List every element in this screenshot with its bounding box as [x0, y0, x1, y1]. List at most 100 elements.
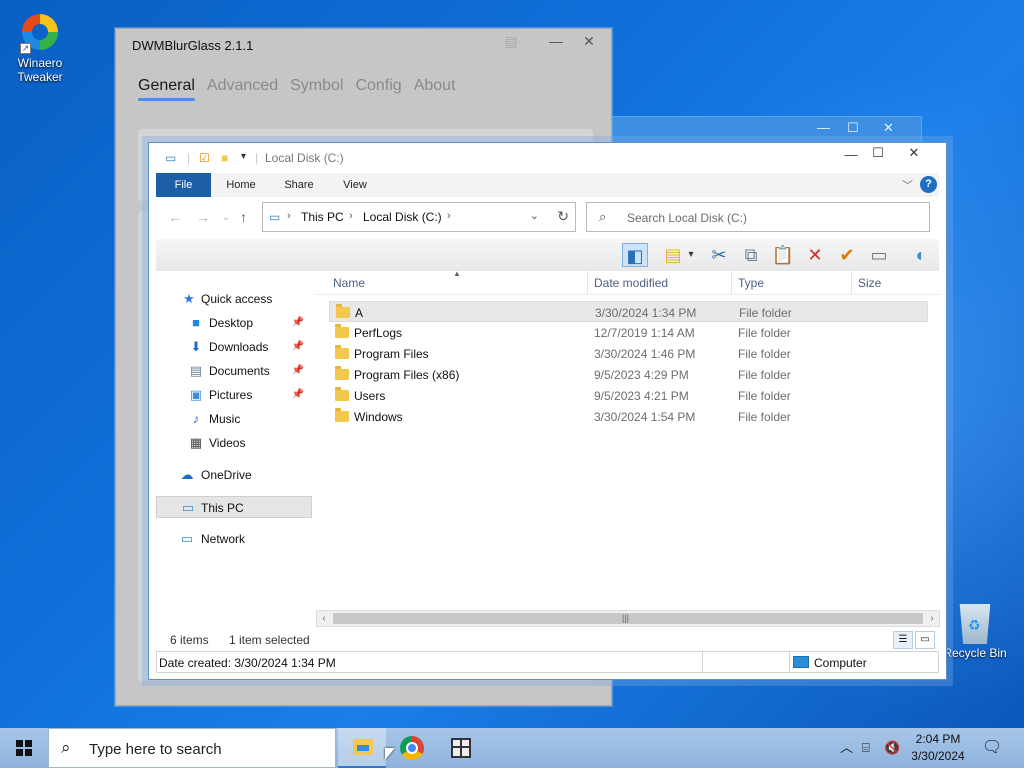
tab-share[interactable]: Share — [276, 173, 322, 197]
refresh-icon[interactable]: ↻ — [557, 208, 569, 225]
taskbar-file-explorer[interactable] — [338, 728, 386, 768]
column-header-date-modified[interactable]: Date modified — [594, 276, 668, 290]
nav-item-documents[interactable]: ▤ Documents 📌 — [156, 360, 312, 382]
horizontal-scrollbar[interactable]: ‹ ||| › — [316, 610, 940, 627]
nav-item-pictures[interactable]: ▣ Pictures 📌 — [156, 384, 312, 406]
checkmark-icon[interactable]: ✔ — [834, 243, 860, 267]
chevron-down-icon[interactable]: ▾ — [684, 243, 698, 267]
file-row[interactable]: Windows 3/30/2024 1:54 PM File folder — [329, 406, 928, 427]
rename-icon[interactable]: ▭ — [866, 243, 892, 267]
volume-muted-icon[interactable]: 🔇 — [884, 728, 900, 768]
desktop-icon-winaero-tweaker[interactable]: ↗ Winaero Tweaker — [2, 12, 78, 84]
recent-locations-icon[interactable]: ⌄ — [222, 212, 230, 223]
details-bar: Date created: 3/30/2024 1:34 PM Computer — [156, 651, 939, 673]
clock-time: 2:04 PM — [915, 732, 961, 746]
file-row[interactable]: Users 9/5/2023 4:21 PM File folder — [329, 385, 928, 406]
properties-icon[interactable]: ☑ — [199, 151, 210, 165]
column-header-size[interactable]: Size — [858, 276, 881, 290]
file-row[interactable]: Program Files 3/30/2024 1:46 PM File fol… — [329, 343, 928, 364]
breadcrumb-local-disk[interactable]: Local Disk (C:) — [363, 210, 442, 224]
pin-icon[interactable]: 📌 — [292, 360, 304, 382]
tab-config[interactable]: Config — [355, 77, 401, 95]
start-button[interactable] — [0, 728, 48, 768]
tab-symbol[interactable]: Symbol — [290, 77, 343, 95]
picture-icon: ▣ — [189, 387, 203, 402]
close-button[interactable]: ✕ — [883, 120, 894, 136]
pin-icon[interactable]: 📌 — [292, 336, 304, 358]
nav-item-quick-access[interactable]: ★ Quick access — [156, 288, 312, 310]
chevron-right-icon[interactable]: › — [349, 210, 353, 222]
chevron-down-icon[interactable]: ﹀ — [902, 177, 913, 193]
new-folder-icon[interactable]: ■ — [221, 151, 228, 165]
gift-box-icon — [451, 738, 471, 758]
column-header-type[interactable]: Type — [738, 276, 764, 290]
search-input[interactable]: Search Local Disk (C:) — [627, 211, 747, 225]
tab-file[interactable]: File — [156, 173, 211, 197]
winaero-tweaker-icon: ↗ — [20, 14, 60, 54]
column-header-name[interactable]: Name — [333, 276, 365, 290]
item-count: 6 items — [170, 633, 209, 647]
tab-general[interactable]: General — [138, 77, 195, 101]
search-box[interactable]: ⌕ Search Local Disk (C:) — [586, 202, 930, 232]
maximize-button[interactable]: ☐ — [847, 120, 859, 136]
nav-item-onedrive[interactable]: ☁ OneDrive — [156, 464, 312, 486]
delete-icon[interactable]: ✕ — [802, 243, 828, 267]
taskbar-app[interactable] — [436, 728, 484, 768]
minimize-button[interactable]: — — [817, 120, 830, 135]
breadcrumb-this-pc[interactable]: This PC — [301, 210, 344, 224]
back-arrow-icon[interactable]: ← — [168, 209, 182, 225]
pin-icon[interactable]: 📌 — [292, 312, 304, 334]
customize-quick-access-icon[interactable]: ▾ — [241, 151, 246, 162]
up-arrow-icon[interactable]: ↑ — [240, 209, 247, 225]
address-bar[interactable]: ▭ › This PC › Local Disk (C:) › ⌄ ↻ — [262, 202, 576, 232]
desktop-icon: ■ — [192, 315, 200, 330]
nav-item-downloads[interactable]: ⬇ Downloads 📌 — [156, 336, 312, 358]
scroll-right-icon[interactable]: › — [925, 611, 939, 626]
clock[interactable]: 2:04 PM 3/30/2024 — [908, 731, 968, 765]
new-folder-icon[interactable]: ▤ — [660, 243, 686, 267]
network-icon[interactable]: ⌸ — [862, 728, 870, 768]
large-icons-view-icon[interactable]: ▭ — [915, 631, 935, 649]
file-row[interactable]: PerfLogs 12/7/2019 1:14 AM File folder — [329, 322, 928, 343]
nav-item-this-pc[interactable]: ▭ This PC — [156, 496, 312, 518]
minimize-button[interactable]: — — [541, 33, 571, 49]
taskbar-search-box[interactable]: ⌕ Type here to search — [48, 728, 336, 768]
tab-advanced[interactable]: Advanced — [207, 77, 278, 95]
tab-about[interactable]: About — [414, 77, 456, 95]
clock-date: 3/30/2024 — [911, 749, 965, 763]
file-row[interactable]: Program Files (x86) 9/5/2023 4:29 PM Fil… — [329, 364, 928, 385]
preview-pane-icon[interactable]: ◧ — [622, 243, 648, 267]
recycle-bin-icon: ♻ — [955, 604, 995, 644]
file-row[interactable]: A 3/30/2024 1:34 PM File folder — [329, 301, 928, 322]
window-title: Local Disk (C:) — [265, 151, 344, 165]
nav-item-network[interactable]: ▭ Network — [156, 528, 312, 550]
desktop-icon-label: Winaero Tweaker — [17, 56, 63, 84]
chevron-down-icon[interactable]: ⌄ — [530, 209, 539, 222]
scroll-left-icon[interactable]: ‹ — [317, 611, 331, 626]
tab-view[interactable]: View — [332, 173, 378, 197]
copy-icon[interactable]: ⧉ — [738, 243, 764, 267]
help-button[interactable]: ? — [920, 176, 937, 193]
forward-arrow-icon[interactable]: → — [196, 209, 210, 225]
nav-item-videos[interactable]: ▦ Videos — [156, 432, 312, 454]
nav-item-desktop[interactable]: ■ Desktop 📌 — [156, 312, 312, 334]
music-icon: ♪ — [192, 411, 200, 426]
chevron-right-icon[interactable]: › — [447, 210, 451, 222]
nav-item-music[interactable]: ♪ Music — [156, 408, 312, 430]
location-label: Computer — [814, 656, 867, 670]
chevron-right-icon[interactable]: › — [287, 210, 291, 222]
tab-home[interactable]: Home — [218, 173, 264, 197]
taskbar-search-input[interactable]: Type here to search — [89, 741, 222, 758]
paste-icon[interactable]: 📋 — [770, 243, 796, 267]
chevron-up-icon[interactable]: ︿ — [840, 728, 853, 768]
close-button[interactable]: ✕ — [574, 33, 604, 50]
desktop-icon-recycle-bin[interactable]: ♻ Recycle Bin — [937, 604, 1013, 660]
taskbar-chrome[interactable] — [388, 728, 436, 768]
pin-icon[interactable]: 📌 — [292, 384, 304, 406]
shell-icon[interactable]: ◐ — [908, 243, 934, 267]
maximize-button[interactable]: ☐ — [861, 142, 895, 164]
details-view-icon[interactable]: ☰ — [893, 631, 913, 649]
close-button[interactable]: ✕ — [897, 142, 931, 164]
notification-icon[interactable]: 🗨 — [982, 728, 1002, 768]
cut-icon[interactable]: ✂ — [706, 243, 732, 267]
